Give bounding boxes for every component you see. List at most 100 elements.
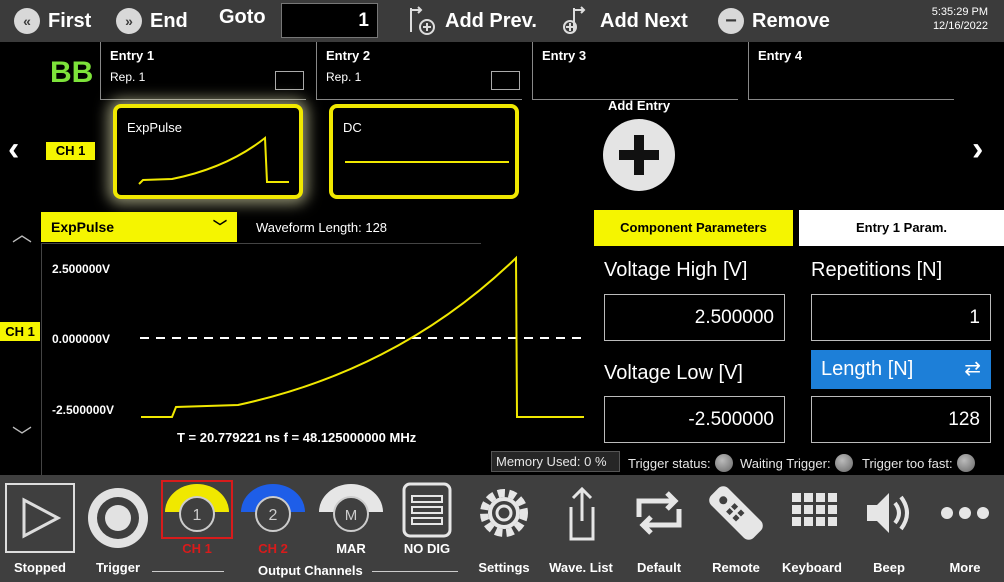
remote-label: Remote — [712, 560, 760, 575]
entry-rep: Rep. 1 — [326, 70, 362, 84]
entry-column-2[interactable]: Entry 2 Rep. 1 — [316, 42, 532, 100]
add-prev-label: Add Prev. — [445, 9, 537, 32]
entry-name: Entry 2 — [326, 48, 371, 63]
channel-side-label: CH 1 — [0, 322, 40, 341]
waiting-trigger-led-icon — [834, 454, 853, 472]
channel-label: CH 1 — [46, 142, 95, 160]
output-channels-label: Output Channels — [258, 563, 363, 578]
channel-2-number: 2 — [269, 507, 278, 524]
entry-column-4[interactable]: Entry 4 — [748, 42, 964, 100]
y-label-low: -2.500000V — [52, 403, 115, 417]
add-entry-label: Add Entry — [607, 98, 671, 113]
channel-2-icon: 2 — [241, 484, 305, 532]
y-label-high: 2.500000V — [52, 262, 111, 276]
period-frequency-readout: T = 20.779221 ns f = 48.125000000 MHz — [177, 430, 417, 445]
trigger-too-fast: Trigger too fast: — [862, 454, 975, 472]
length-toggle-button[interactable]: Length [N] ⇄ — [811, 350, 991, 389]
add-next-button[interactable]: Add Next — [562, 4, 688, 38]
more-dots-icon — [925, 481, 1004, 545]
digital-button[interactable]: NO DIG — [387, 475, 467, 582]
entry-column-1[interactable]: Entry 1 Rep. 1 — [100, 42, 316, 100]
entry-checkbox[interactable] — [491, 71, 520, 90]
add-prev-button[interactable]: Add Prev. — [407, 4, 537, 38]
repetitions-label: Repetitions [N] — [811, 259, 943, 281]
ch2-label: CH 2 — [258, 541, 288, 556]
exppulse-thumbnail — [138, 136, 289, 185]
end-button[interactable]: » End — [116, 4, 188, 38]
length-label: Length [N] — [821, 358, 914, 380]
trigger-icon — [78, 481, 158, 548]
swap-icon: ⇄ — [964, 358, 981, 380]
entry-name: Entry 1 — [110, 48, 155, 63]
entry-name: Entry 3 — [542, 48, 587, 63]
speaker-icon — [849, 481, 929, 545]
goto-label: Goto — [219, 6, 266, 28]
tab-component-parameters[interactable]: Component Parameters — [594, 210, 793, 246]
beep-button[interactable]: Beep — [849, 475, 929, 582]
divider — [749, 99, 954, 100]
remote-control-icon — [696, 481, 776, 545]
channel-1-number: 1 — [193, 507, 202, 524]
marker-letter: M — [345, 507, 358, 524]
chevron-down-icon[interactable]: ﹀ — [12, 420, 32, 449]
voltage-high-field[interactable]: 2.500000 — [604, 294, 785, 341]
trigger-too-fast-label: Trigger too fast: — [862, 455, 953, 471]
entry-rep: Rep. 1 — [110, 70, 146, 84]
wave-list-button[interactable]: Wave. List — [541, 475, 621, 582]
waveform-select-value: ExpPulse — [51, 219, 115, 235]
length-field[interactable]: 128 — [811, 396, 991, 443]
divider — [41, 243, 481, 244]
channel-1-button[interactable]: 1 CH 1 — [157, 475, 237, 582]
waveform-card-exppulse[interactable]: ExpPulse — [113, 104, 303, 199]
voltage-high-label: Voltage High [V] — [604, 259, 748, 281]
minus-icon: − — [718, 8, 744, 34]
entry-column-3[interactable]: Entry 3 — [532, 42, 748, 100]
tab-entry-parameters[interactable]: Entry 1 Param. — [799, 210, 1004, 246]
add-next-label: Add Next — [600, 9, 688, 32]
add-prev-icon — [410, 6, 435, 35]
waiting-trigger-label: Waiting Trigger: — [740, 455, 831, 471]
dc-thumbnail — [345, 161, 509, 163]
stopped-button[interactable]: Stopped — [0, 475, 80, 582]
keyboard-button[interactable]: Keyboard — [772, 475, 852, 582]
voltage-low-field[interactable]: -2.500000 — [604, 396, 785, 443]
waiting-trigger: Waiting Trigger: — [740, 454, 853, 472]
scroll-right-arrow[interactable]: › — [972, 130, 983, 169]
waveform-card-dc[interactable]: DC — [329, 104, 519, 199]
settings-label: Settings — [478, 560, 530, 575]
memory-used: Memory Used: 0 % — [491, 451, 620, 472]
first-button[interactable]: « First — [14, 4, 91, 38]
double-chevron-right-icon: » — [116, 8, 142, 34]
end-label: End — [150, 9, 188, 32]
scroll-left-arrow[interactable]: ‹ — [8, 130, 19, 169]
repetitions-field[interactable]: 1 — [811, 294, 991, 341]
plus-icon — [603, 119, 675, 191]
keyboard-label: Keyboard — [782, 560, 842, 575]
remove-button[interactable]: − Remove — [718, 4, 830, 38]
channel-1-icon: 1 — [161, 480, 233, 539]
repeat-icon — [619, 481, 699, 545]
waveform-select[interactable]: ExpPulse ﹀ — [41, 212, 237, 242]
more-button[interactable]: More — [925, 475, 1004, 582]
mar-label: MAR — [336, 541, 366, 556]
mode-badge: BB — [50, 56, 94, 89]
trigger-label: Trigger — [95, 560, 141, 575]
remote-button[interactable]: Remote — [696, 475, 776, 582]
first-label: First — [48, 9, 92, 32]
chevron-up-icon[interactable]: ︿ — [12, 218, 32, 247]
clock-date: 12/16/2022 — [932, 20, 988, 32]
upload-icon — [541, 481, 621, 545]
trigger-button[interactable]: Trigger — [78, 475, 158, 582]
wave-list-label: Wave. List — [549, 560, 613, 575]
stopped-label: Stopped — [14, 560, 66, 575]
sequence-panel: BB Entry 1 Rep. 1 Entry 2 Rep. 1 Entry 3… — [0, 42, 1004, 210]
voltage-low-label: Voltage Low [V] — [604, 362, 743, 384]
default-button[interactable]: Default — [619, 475, 699, 582]
entry-checkbox[interactable] — [275, 71, 304, 90]
goto-input[interactable]: 1 — [281, 3, 378, 38]
no-dig-label: NO DIG — [403, 541, 451, 556]
trigger-status-led-icon — [714, 454, 733, 472]
add-entry-button[interactable]: Add Entry — [601, 98, 677, 191]
add-next-icon — [563, 6, 586, 34]
settings-button[interactable]: Settings — [464, 475, 544, 582]
